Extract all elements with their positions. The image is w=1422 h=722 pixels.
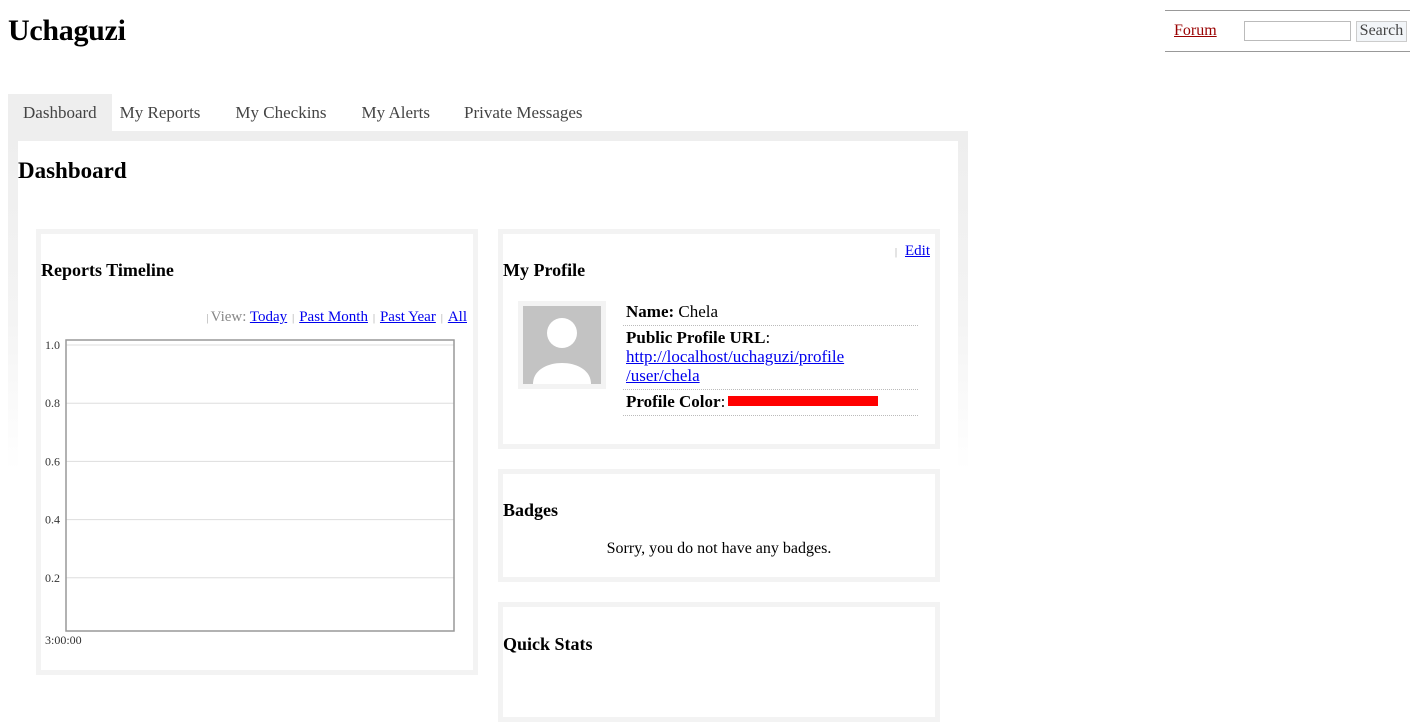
view-today-link[interactable]: Today: [250, 309, 287, 325]
color-label: Profile Color: [626, 392, 721, 411]
separator: |: [206, 313, 209, 324]
badges-title: Badges: [503, 500, 559, 520]
y-tick-label: 0.8: [45, 396, 60, 410]
separator: |: [372, 313, 375, 324]
y-tick-label: 1.0: [45, 338, 60, 352]
tab-my-alerts[interactable]: My Alerts: [344, 94, 447, 131]
y-tick-label: 0.4: [45, 513, 60, 527]
url-line-2: /user/chela: [626, 366, 700, 385]
tab-dashboard[interactable]: Dashboard: [8, 94, 112, 131]
name-value: Chela: [678, 302, 719, 321]
public-profile-url-link[interactable]: http://localhost/uchaguzi/profile/user/c…: [626, 347, 844, 385]
edit-profile-link[interactable]: Edit: [905, 243, 930, 259]
my-profile-panel: | Edit My Profile Name: Chela Public Prof…: [498, 229, 940, 449]
badges-panel: Badges Sorry, you do not have any badges…: [498, 469, 940, 582]
view-all-link[interactable]: All: [448, 309, 467, 325]
separator: |: [292, 313, 295, 324]
view-past-month-link[interactable]: Past Month: [299, 309, 368, 325]
top-bar: Forum Search: [1165, 10, 1410, 52]
quick-stats-panel: Quick Stats: [498, 602, 940, 722]
separator: |: [894, 247, 897, 258]
tab-my-checkins[interactable]: My Checkins: [217, 94, 343, 131]
reports-timeline-panel: Reports Timeline | View: Today | Past Month…: [36, 229, 478, 675]
main-content: Dashboard Reports Timeline | View: Today |…: [18, 141, 958, 722]
profile-color-swatch: [728, 396, 879, 406]
profile-fields: Name: Chela Public Profile URL: http://l…: [623, 300, 918, 416]
view-label: View:: [210, 309, 247, 325]
y-tick-label: 0.6: [45, 454, 60, 468]
page-title: Dashboard: [18, 158, 127, 183]
quick-stats-title: Quick Stats: [503, 634, 593, 654]
badges-empty-message: Sorry, you do not have any badges.: [606, 540, 832, 557]
reports-timeline-chart: 0.2 0.4 0.6 0.8 1.0 3:00:00: [45, 338, 455, 647]
url-label: Public Profile URL: [626, 328, 766, 347]
x-tick-label: 3:00:00: [45, 633, 82, 647]
my-profile-title: My Profile: [503, 260, 586, 280]
profile-url-field: Public Profile URL: http://localhost/uch…: [623, 326, 918, 390]
default-user-avatar-icon: [523, 306, 601, 384]
separator: |: [440, 313, 443, 324]
dashboard-tabs: Dashboard My Reports My Checkins My Aler…: [8, 94, 598, 131]
search-button[interactable]: Search: [1355, 20, 1408, 42]
tab-my-reports[interactable]: My Reports: [112, 94, 218, 131]
profile-name-field: Name: Chela: [623, 300, 918, 326]
y-tick-label: 0.2: [45, 571, 60, 585]
tab-private-messages[interactable]: Private Messages: [447, 94, 598, 131]
reports-timeline-title: Reports Timeline: [41, 260, 174, 280]
name-label: Name:: [626, 302, 675, 321]
url-line-1: http://localhost/uchaguzi/profile: [626, 347, 845, 366]
search-input[interactable]: [1243, 21, 1351, 41]
view-past-year-link[interactable]: Past Year: [380, 309, 436, 325]
site-title: Uchaguzi: [8, 14, 126, 47]
avatar: [518, 301, 606, 389]
timeline-view-links: | View: Today | Past Month | Past Year | All: [207, 309, 467, 326]
profile-color-field: Profile Color:: [623, 390, 918, 416]
plot-area-border: [65, 339, 455, 632]
profile-actions: | Edit: [895, 243, 930, 260]
forum-link[interactable]: Forum: [1174, 22, 1217, 40]
